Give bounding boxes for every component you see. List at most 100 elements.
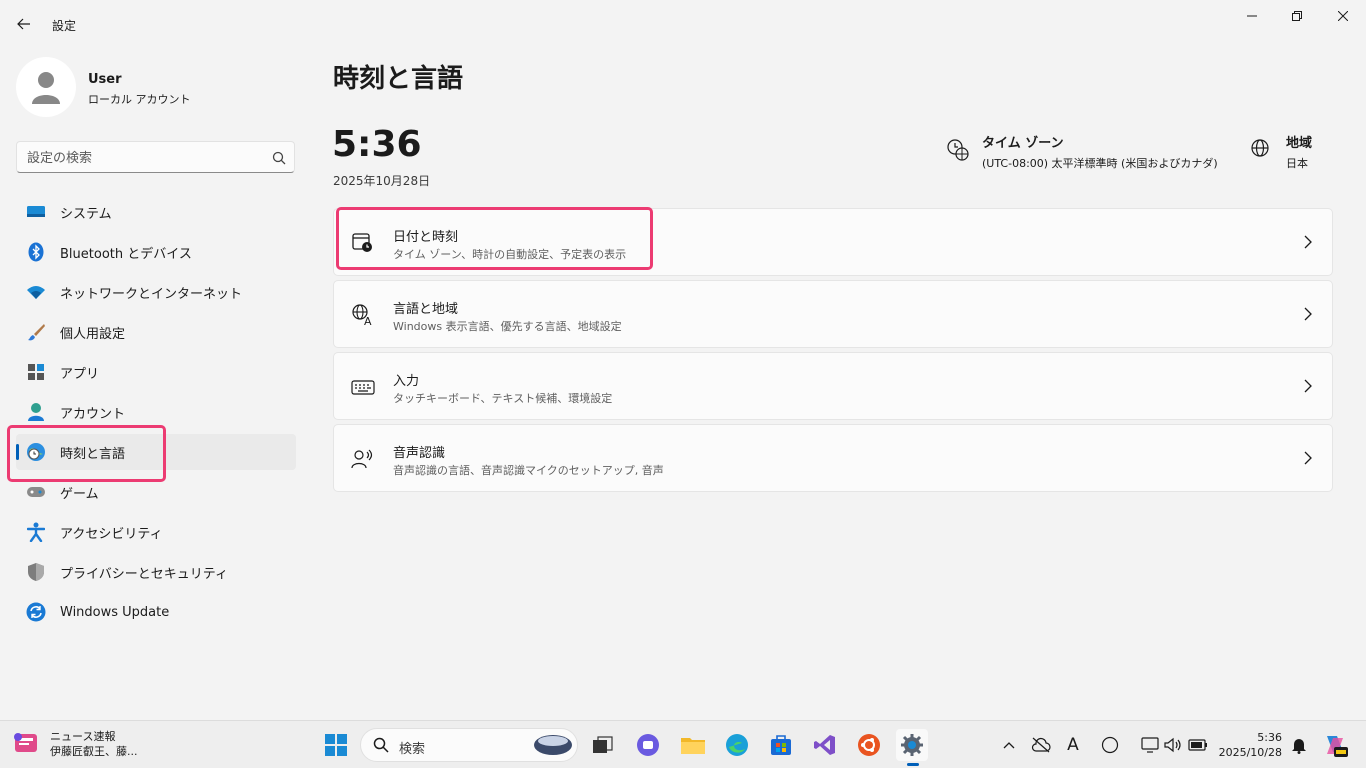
apps-icon [26, 362, 46, 382]
speech-card[interactable]: 音声認識 音声認識の言語、音声認識マイクのセットアップ, 音声 [333, 424, 1333, 492]
tray-cloud-button[interactable] [1031, 735, 1051, 755]
sidebar-item-label: システム [60, 206, 112, 222]
volume-button[interactable] [1163, 735, 1183, 755]
language-icon: A [352, 304, 372, 327]
calendar-clock-icon [352, 233, 372, 252]
sidebar-item-label: アプリ [60, 366, 100, 382]
taskbar-search[interactable]: 検索 [360, 728, 578, 762]
sidebar-item-gaming[interactable]: ゲーム [16, 474, 296, 510]
tray-moon-button[interactable] [1100, 735, 1120, 755]
active-app-indicator [907, 763, 919, 766]
taskbar-clock[interactable]: 5:36 2025/10/28 [1218, 730, 1282, 760]
globe-clock-icon [947, 139, 969, 161]
ime-mode-indicator[interactable]: A [1063, 735, 1083, 755]
settings-app-button[interactable] [896, 729, 928, 761]
teams-button[interactable] [632, 729, 664, 761]
time-language-icon [26, 442, 46, 462]
task-view-button[interactable] [587, 729, 619, 761]
back-arrow-icon [17, 18, 30, 30]
typing-card[interactable]: 入力 タッチキーボード、テキスト候補、環境設定 [333, 352, 1333, 420]
search-icon[interactable] [271, 150, 287, 166]
close-button[interactable] [1320, 0, 1366, 32]
cloud-off-icon [1031, 737, 1051, 753]
avatar[interactable] [16, 57, 76, 117]
news-icon [14, 733, 37, 752]
card-title: 音声認識 [393, 446, 446, 461]
sidebar-item-personalization[interactable]: 個人用設定 [16, 314, 296, 350]
timezone-title: タイム ゾーン [982, 136, 1064, 151]
gear-icon [901, 734, 923, 756]
sidebar-item-label: 時刻と言語 [60, 446, 126, 462]
network-button[interactable] [1140, 735, 1160, 755]
task-view-icon [593, 736, 613, 753]
date-time-card[interactable]: 日付と時刻 タイム ゾーン、時計の自動設定、予定表の表示 [333, 208, 1333, 276]
gamepad-icon [26, 482, 46, 502]
restore-button[interactable] [1274, 0, 1320, 32]
ubuntu-button[interactable] [853, 729, 885, 761]
user-name: User [88, 72, 122, 87]
sidebar-item-label: 個人用設定 [60, 326, 126, 342]
back-button[interactable] [8, 8, 40, 40]
show-hidden-icons-button[interactable] [999, 735, 1019, 755]
minimize-button[interactable] [1229, 0, 1275, 32]
timezone-value: (UTC-08:00) 太平洋標準時 (米国およびカナダ) [982, 157, 1218, 170]
sidebar-item-label: ネットワークとインターネット [60, 286, 243, 302]
sidebar-item-accessibility[interactable]: アクセシビリティ [16, 514, 296, 550]
taskbar-date: 2025/10/28 [1218, 746, 1282, 759]
update-icon [26, 602, 46, 622]
page-title: 時刻と言語 [333, 64, 464, 94]
language-region-card[interactable]: A 言語と地域 Windows 表示言語、優先する言語、地域設定 [333, 280, 1333, 348]
search-icon [373, 737, 389, 753]
copilot-button[interactable] [1322, 732, 1348, 758]
user-avatar-icon [32, 72, 60, 104]
taskbar: ニュース速報 伊藤匠叡王、藤... 検索 A 5:36 2025/10/28 [0, 720, 1366, 768]
chat-icon [637, 734, 659, 756]
current-time: 5:36 [332, 124, 422, 165]
sidebar-item-label: Windows Update [60, 604, 170, 620]
store-button[interactable] [765, 729, 797, 761]
news-title: ニュース速報 [50, 730, 116, 743]
chevron-right-icon [1304, 307, 1312, 321]
app-title: 設定 [52, 19, 77, 33]
timezone-info: タイム ゾーン (UTC-08:00) 太平洋標準時 (米国およびカナダ) [946, 132, 1218, 171]
svg-text:A: A [364, 315, 372, 327]
region-value: 日本 [1286, 157, 1308, 170]
sidebar-item-network[interactable]: ネットワークとインターネット [16, 274, 296, 310]
network-icon [1141, 737, 1159, 753]
sidebar-item-privacy[interactable]: プライバシーとセキュリティ [16, 554, 296, 590]
file-explorer-button[interactable] [677, 729, 709, 761]
sidebar-item-apps[interactable]: アプリ [16, 354, 296, 390]
title-bar: 設定 [0, 0, 1366, 46]
edge-button[interactable] [721, 729, 753, 761]
card-title: 日付と時刻 [393, 230, 459, 245]
ubuntu-icon [858, 734, 880, 756]
sidebar-item-label: プライバシーとセキュリティ [60, 566, 228, 582]
sidebar-item-label: ゲーム [60, 486, 99, 502]
sidebar-item-windows-update[interactable]: Windows Update [16, 594, 296, 630]
sidebar-item-time-language[interactable]: 時刻と言語 [16, 434, 296, 470]
battery-button[interactable] [1188, 735, 1208, 755]
windows-logo-icon [325, 734, 347, 756]
search-highlight-icon [534, 735, 572, 755]
card-title: 入力 [393, 374, 420, 389]
region-title: 地域 [1286, 136, 1313, 151]
sidebar-item-system[interactable]: システム [16, 194, 296, 230]
sidebar-item-bluetooth[interactable]: Bluetooth とデバイス [16, 234, 296, 270]
card-subtitle: タイム ゾーン、時計の自動設定、予定表の表示 [393, 248, 627, 261]
card-title: 言語と地域 [393, 302, 459, 317]
sidebar-item-accounts[interactable]: アカウント [16, 394, 296, 430]
start-button[interactable] [320, 729, 352, 761]
news-widget[interactable]: ニュース速報 伊藤匠叡王、藤... [12, 729, 138, 759]
search-input[interactable] [27, 148, 257, 168]
minimize-icon [1247, 15, 1257, 17]
folder-icon [681, 738, 705, 754]
notification-button[interactable] [1289, 735, 1309, 755]
moon-icon [1101, 736, 1119, 754]
card-subtitle: 音声認識の言語、音声認識マイクのセットアップ, 音声 [393, 464, 664, 477]
card-subtitle: Windows 表示言語、優先する言語、地域設定 [393, 320, 622, 333]
accessibility-icon [26, 522, 46, 542]
speech-icon [351, 449, 373, 469]
edge-icon [726, 734, 748, 756]
visual-studio-button[interactable] [809, 729, 841, 761]
settings-search[interactable] [16, 141, 295, 173]
